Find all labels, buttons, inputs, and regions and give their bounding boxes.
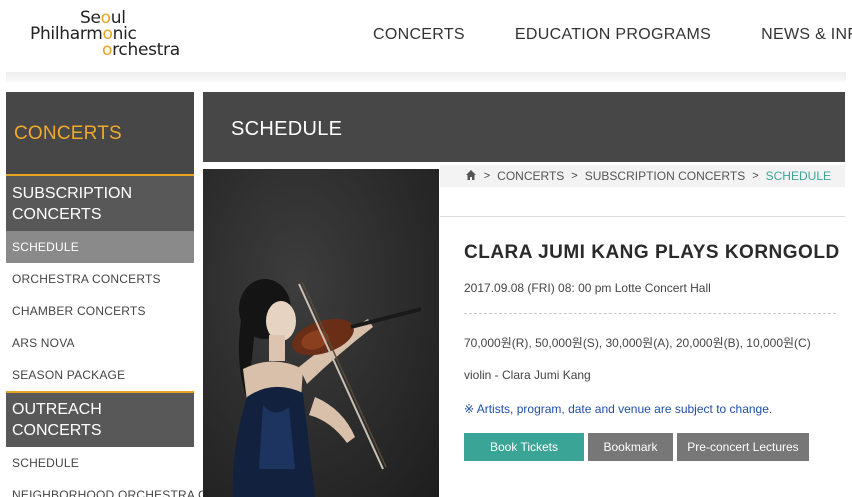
page-title: SCHEDULE <box>231 118 343 140</box>
concert-title: CLARA JUMI KANG PLAYS KORNGOLD <box>464 242 840 263</box>
breadcrumb-concerts[interactable]: CONCERTS <box>497 169 564 183</box>
breadcrumb-subscription-concerts[interactable]: SUBSCRIPTION CONCERTS <box>585 169 745 183</box>
sidebar-item-orchestra-concerts[interactable]: ORCHESTRA CONCERTS <box>6 263 194 295</box>
home-icon[interactable] <box>465 169 477 184</box>
sidebar-item-schedule[interactable]: SCHEDULE <box>6 231 194 263</box>
sidebar-item-neighborhood-orchestra[interactable]: NEIGHBORHOOD ORCHESTRA CONCERTS <box>6 479 266 497</box>
chevron-right-icon: > <box>752 170 759 182</box>
sidebar-item-season-package[interactable]: SEASON PACKAGE <box>6 359 194 391</box>
change-notice: ※ Artists, program, date and venue are s… <box>464 402 773 416</box>
sidebar-title: CONCERTS <box>6 92 194 176</box>
sidebar: CONCERTS SUBSCRIPTION CONCERTS SCHEDULE … <box>6 92 266 497</box>
page-banner: SCHEDULE <box>203 92 845 162</box>
dashed-divider <box>464 313 836 314</box>
pre-concert-lectures-button[interactable]: Pre-concert Lectures <box>677 433 809 461</box>
chevron-right-icon: > <box>483 170 491 182</box>
nav-concerts[interactable]: CONCERTS <box>373 26 465 44</box>
performer-info: violin - Clara Jumi Kang <box>464 368 591 382</box>
top-navigation: CONCERTS EDUCATION PROGRAMS NEWS & INFO <box>373 26 852 44</box>
header-divider <box>6 72 846 82</box>
action-buttons: Book Tickets Bookmark Pre-concert Lectur… <box>464 433 813 461</box>
concert-date-venue: 2017.09.08 (FRI) 08: 00 pm Lotte Concert… <box>464 281 711 295</box>
concert-artist-photo <box>203 169 439 497</box>
detail-divider <box>440 216 845 217</box>
nav-education-programs[interactable]: EDUCATION PROGRAMS <box>515 26 711 44</box>
bookmark-button[interactable]: Bookmark <box>588 433 673 461</box>
sidebar-item-chamber-concerts[interactable]: CHAMBER CONCERTS <box>6 295 194 327</box>
chevron-right-icon: > <box>571 170 578 182</box>
sidebar-category-subscription[interactable]: SUBSCRIPTION CONCERTS <box>6 176 194 231</box>
logo-line-orchestra: orchestra <box>102 40 180 60</box>
breadcrumb-current-schedule: SCHEDULE <box>765 169 831 183</box>
ticket-prices: 70,000원(R), 50,000원(S), 30,000원(A), 20,0… <box>464 336 811 350</box>
artist-photo-illustration <box>232 279 422 497</box>
sidebar-item-outreach-schedule[interactable]: SCHEDULE <box>6 447 194 479</box>
site-logo[interactable]: Seoul Philharmonic orchestra <box>30 8 190 60</box>
nav-news-info[interactable]: NEWS & INFO <box>761 26 852 44</box>
site-header: Seoul Philharmonic orchestra CONCERTS ED… <box>0 0 852 72</box>
sidebar-category-outreach[interactable]: OUTREACH CONCERTS <box>6 391 194 447</box>
breadcrumb: > CONCERTS > SUBSCRIPTION CONCERTS > SCH… <box>440 165 845 187</box>
book-tickets-button[interactable]: Book Tickets <box>464 433 584 461</box>
sidebar-item-ars-nova[interactable]: ARS NOVA <box>6 327 194 359</box>
